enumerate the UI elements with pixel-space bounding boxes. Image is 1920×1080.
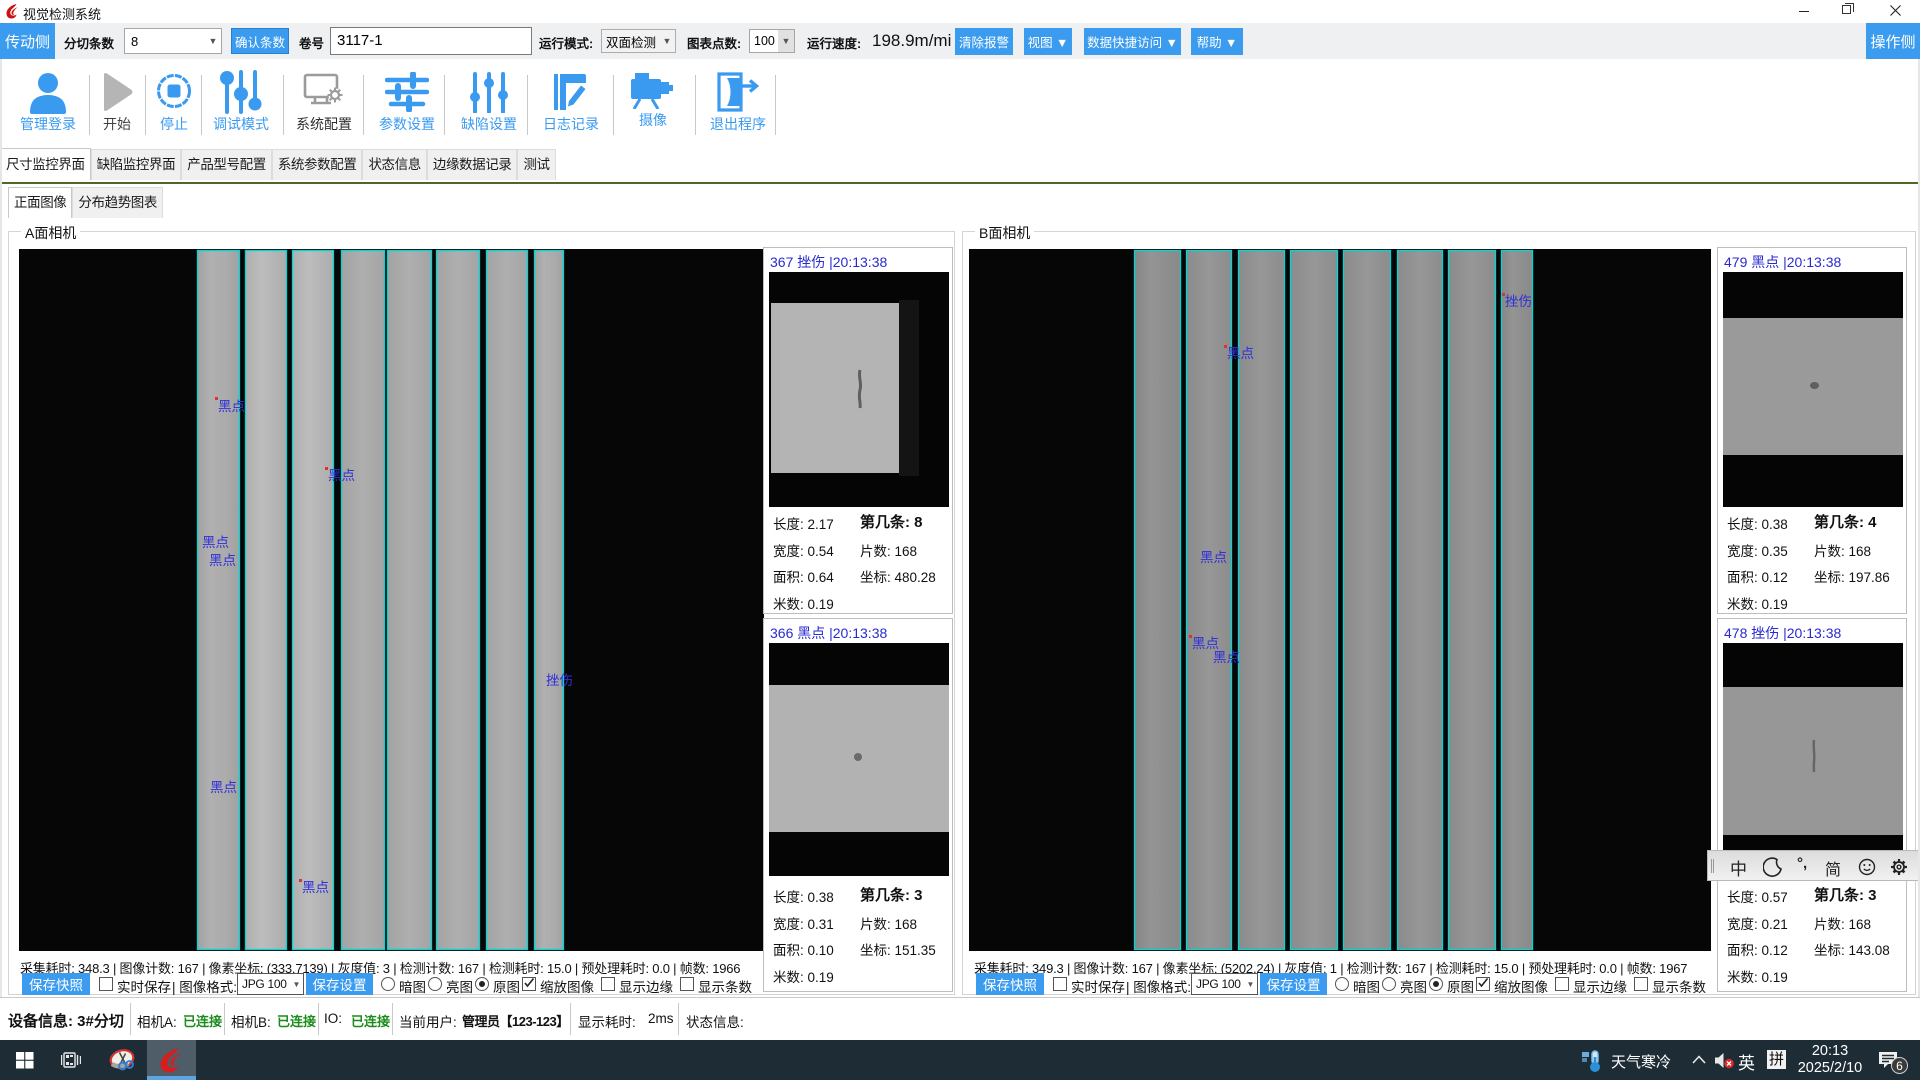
svg-text:挫伤: 挫伤 — [1505, 294, 1532, 309]
svg-text:黑点: 黑点 — [218, 399, 245, 414]
svg-text:黑点: 黑点 — [1200, 550, 1227, 565]
svg-text:黑点: 黑点 — [1227, 346, 1254, 361]
svg-text:黑点: 黑点 — [1192, 636, 1219, 651]
svg-text:黑点: 黑点 — [328, 468, 355, 483]
svg-text:挫伤: 挫伤 — [546, 673, 573, 688]
svg-text:黑点: 黑点 — [1213, 650, 1240, 665]
svg-text:黑点: 黑点 — [202, 535, 229, 550]
svg-text:黑点: 黑点 — [210, 780, 237, 795]
svg-text:黑点: 黑点 — [302, 880, 329, 895]
svg-text:黑点: 黑点 — [209, 553, 236, 568]
